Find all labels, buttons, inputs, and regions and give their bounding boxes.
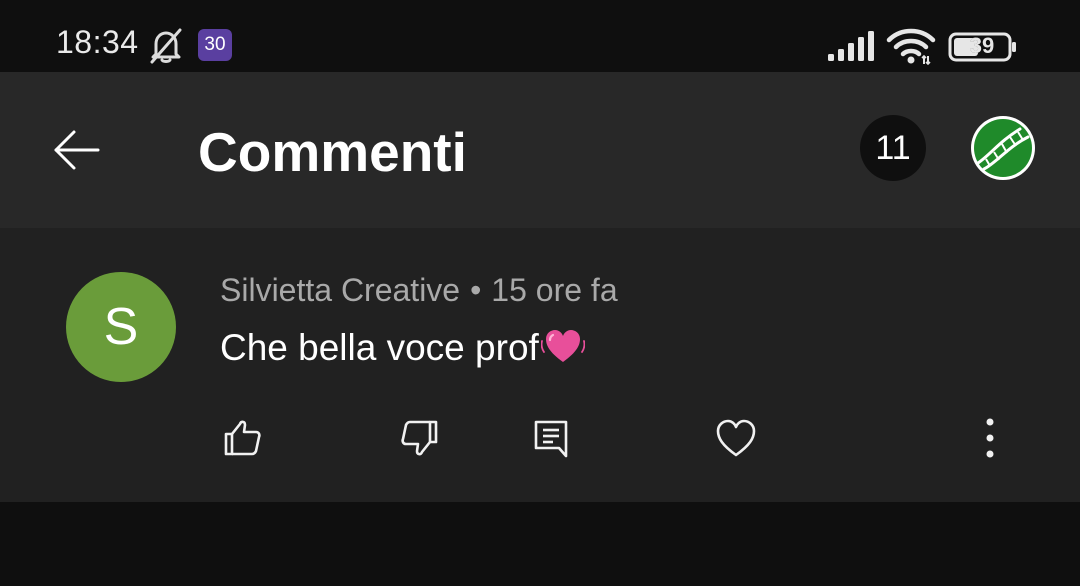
- comment-card: S Silvietta Creative • 15 ore fa Che bella…: [0, 228, 1080, 502]
- meta-separator: •: [470, 272, 482, 308]
- comment-meta: Silvietta Creative • 15 ore fa: [220, 272, 618, 309]
- comments-header: Commenti 11: [0, 72, 1080, 228]
- channel-avatar[interactable]: [970, 115, 1036, 181]
- comment-count-badge: 11: [860, 115, 926, 181]
- heart-icon[interactable]: [712, 414, 760, 462]
- back-arrow-icon[interactable]: [48, 122, 104, 178]
- battery-level: 39: [969, 33, 995, 58]
- beating-heart-emoji-icon: [540, 330, 585, 362]
- notification-badge: 30: [198, 29, 232, 61]
- signal-icon: [828, 31, 874, 61]
- reply-icon[interactable]: [528, 414, 576, 462]
- comment-body: Che bella voce prof: [220, 327, 539, 368]
- bell-off-icon: [150, 28, 182, 64]
- comment-time: 15 ore fa: [491, 272, 618, 308]
- page-title: Commenti: [198, 121, 467, 183]
- more-icon[interactable]: [966, 414, 1014, 462]
- like-icon[interactable]: [218, 414, 266, 462]
- avatar[interactable]: S: [66, 272, 176, 382]
- comment-text: Che bella voce prof: [220, 326, 585, 369]
- status-time: 18:34: [56, 24, 139, 60]
- wifi-icon: [886, 28, 936, 66]
- status-bar: 18:34 30 39: [0, 0, 1080, 72]
- dislike-icon[interactable]: [396, 414, 444, 462]
- comment-author[interactable]: Silvietta Creative: [220, 272, 460, 308]
- background-area: [0, 502, 1080, 586]
